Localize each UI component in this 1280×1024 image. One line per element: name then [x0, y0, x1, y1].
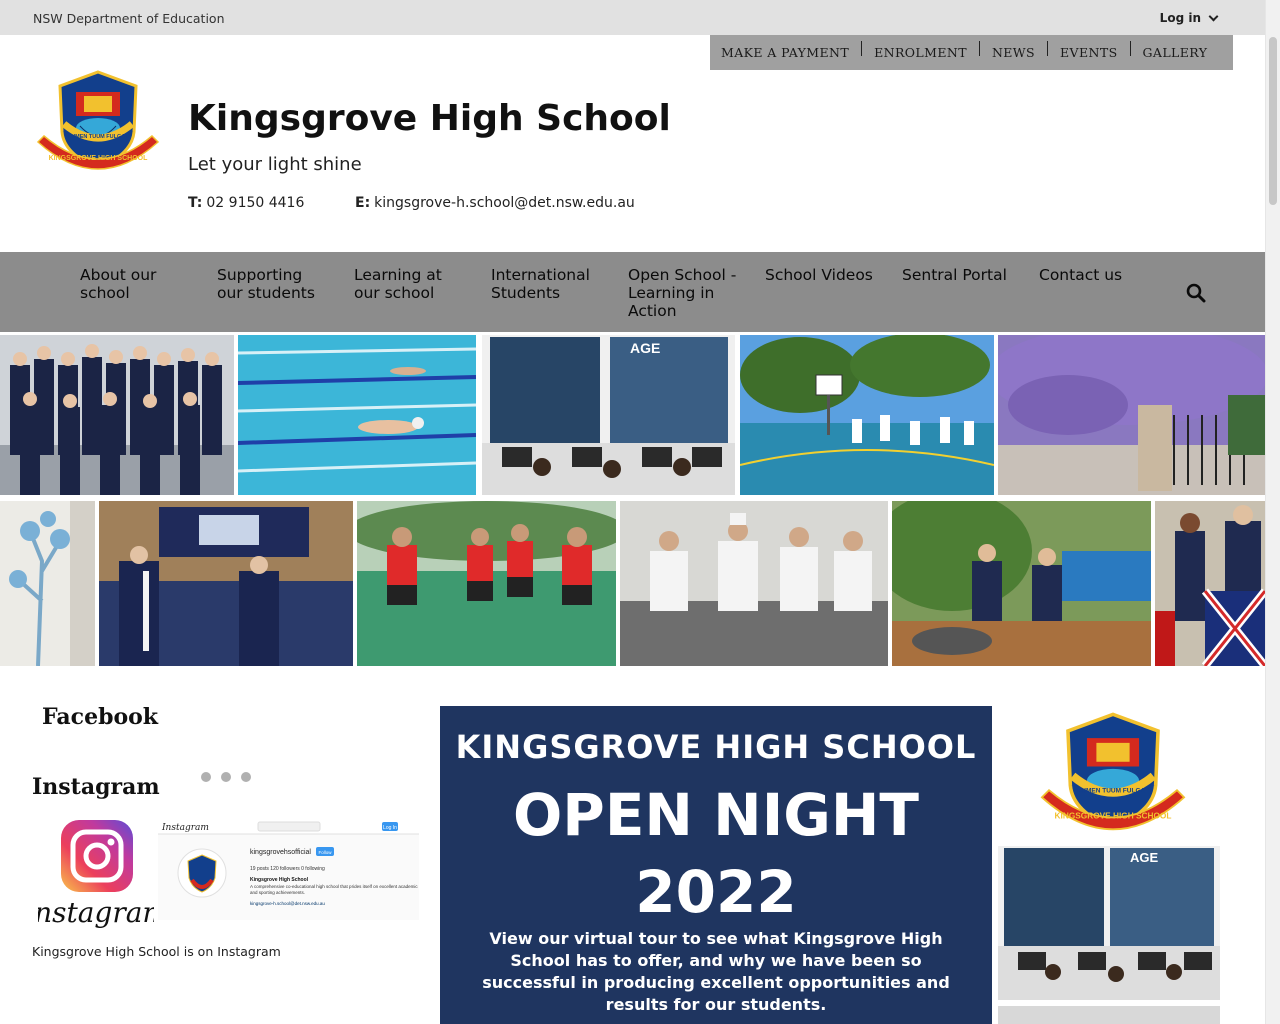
- hospitality-kitchen-photo[interactable]: [620, 501, 888, 666]
- nav-item-line: our school: [354, 284, 435, 302]
- nav-item-line: About our: [80, 266, 157, 284]
- quick-links-bar: MAKE A PAYMENT ENROLMENT NEWS EVENTS GAL…: [710, 35, 1233, 70]
- nav-item-line: International: [491, 266, 590, 284]
- poster-year: 2022: [635, 858, 797, 926]
- instagram-caption: Kingsgrove High School is on Instagram: [32, 944, 281, 959]
- nav-item-international-students[interactable]: International Students: [491, 266, 590, 302]
- crest-name: KINGSGROVE HIGH SCHOOL: [1055, 811, 1172, 821]
- netball-photo[interactable]: [357, 501, 616, 666]
- department-name: NSW Department of Education: [33, 11, 225, 26]
- crest-motto: LUMEN TUUM FULGAT: [68, 134, 129, 140]
- events-link[interactable]: EVENTS: [1060, 45, 1118, 60]
- phone-link[interactable]: 02 9150 4416: [206, 195, 304, 211]
- global-header: NSW Department of Education Log in: [0, 0, 1265, 35]
- side-photo-partial[interactable]: [998, 1006, 1220, 1024]
- quick-links-divider: [1129, 41, 1131, 56]
- phone-contact: T: 02 9150 4416: [188, 195, 304, 211]
- nav-item-supporting-our-students[interactable]: Supporting our students: [217, 266, 315, 302]
- crest-motto: LUMEN TUUM FULGAT: [1077, 788, 1148, 795]
- preview-login: Log In: [383, 825, 397, 831]
- email-contact: E: kingsgrove-h.school@det.nsw.edu.au: [355, 195, 635, 211]
- school-crest-image[interactable]: LUMEN TUUM FULGAT KINGSGROVE HIGH SCHOOL: [1034, 712, 1192, 840]
- computer-lab-photo[interactable]: AGE: [482, 335, 735, 495]
- enrolment-link[interactable]: ENROLMENT: [874, 45, 967, 60]
- swimming-pool-photo[interactable]: [238, 335, 476, 495]
- login-button[interactable]: Log in: [1159, 11, 1219, 25]
- chevron-down-icon: [1208, 11, 1219, 21]
- preview-profile-name: Kingsgrove High School: [250, 877, 309, 883]
- nav-item-line: Sentral Portal: [902, 266, 1007, 284]
- poster-description: View our virtual tour to see what Kingsg…: [482, 929, 950, 1014]
- scrollbar-thumb[interactable]: [1269, 37, 1277, 205]
- email-link[interactable]: kingsgrove-h.school@det.nsw.edu.au: [374, 195, 635, 211]
- nav-item-line: our students: [217, 284, 315, 302]
- phone-label: T:: [188, 195, 203, 211]
- nav-item-school-videos[interactable]: School Videos: [765, 266, 873, 284]
- preview-stats: 19 posts 120 followers 0 following: [250, 866, 325, 872]
- photo-gallery: AGE: [0, 335, 1265, 666]
- preview-brand: Instagram: [161, 823, 209, 833]
- nav-item-line: Supporting: [217, 266, 303, 284]
- jacaranda-gate-photo[interactable]: [998, 335, 1265, 495]
- news-link[interactable]: NEWS: [992, 45, 1035, 60]
- nav-item-open-school[interactable]: Open School - Learning in Action: [628, 266, 736, 320]
- svg-text:AGE: AGE: [630, 340, 660, 356]
- instagram-logo[interactable]: Instagram: [38, 818, 154, 932]
- search-icon[interactable]: [1186, 283, 1206, 303]
- nav-item-contact-us[interactable]: Contact us: [1039, 266, 1122, 284]
- gallery-link[interactable]: GALLERY: [1143, 45, 1208, 60]
- open-night-poster[interactable]: KINGSGROVE HIGH SCHOOL OPEN NIGHT 2022 V…: [440, 706, 992, 1024]
- nav-item-learning-at-our-school[interactable]: Learning at our school: [354, 266, 442, 302]
- loading-dots-icon: [201, 767, 261, 786]
- nav-item-line: Learning in: [628, 284, 715, 302]
- flag-students-photo[interactable]: [1155, 501, 1265, 666]
- instagram-profile-preview[interactable]: Instagram Log In kingsgrovehsofficial Fo…: [158, 818, 419, 920]
- poster-title: OPEN NIGHT: [513, 781, 919, 849]
- crest-name: KINGSGROVE HIGH SCHOOL: [49, 155, 149, 162]
- preview-follow: Follow: [318, 850, 332, 855]
- poster-school-name: KINGSGROVE HIGH SCHOOL: [455, 728, 977, 766]
- quick-links-divider: [978, 41, 980, 56]
- quick-links-divider: [861, 41, 863, 56]
- login-label: Log in: [1159, 11, 1201, 25]
- preview-username: kingsgrovehsofficial: [250, 849, 311, 856]
- students-group-photo[interactable]: [0, 335, 234, 495]
- nav-item-line: school: [80, 284, 130, 302]
- graduation-hall-photo[interactable]: [99, 501, 353, 666]
- nav-item-about-our-school[interactable]: About our school: [80, 266, 156, 302]
- mural-photo[interactable]: [0, 501, 95, 666]
- school-title[interactable]: Kingsgrove High School: [188, 98, 671, 139]
- nav-item-line: Open School -: [628, 266, 737, 284]
- nav-item-line: Learning at: [354, 266, 442, 284]
- svg-text:AGE: AGE: [1130, 850, 1159, 865]
- nav-item-sentral-portal[interactable]: Sentral Portal: [902, 266, 1007, 284]
- page-scrollbar[interactable]: [1265, 0, 1280, 1024]
- instagram-heading: Instagram: [32, 774, 160, 800]
- school-crest-logo[interactable]: LUMEN TUUM FULGAT KINGSGROVE HIGH SCHOOL: [32, 70, 164, 178]
- instagram-logo-text: Instagram: [38, 896, 154, 929]
- nav-item-line: Action: [628, 302, 677, 320]
- email-label: E:: [355, 195, 371, 211]
- school-tagline: Let your light shine: [188, 154, 362, 175]
- basketball-court-photo[interactable]: [740, 335, 994, 495]
- garden-photo[interactable]: [892, 501, 1151, 666]
- make-a-payment-link[interactable]: MAKE A PAYMENT: [721, 45, 849, 60]
- preview-link: kingsgrove-h.school@det.nsw.edu.au: [250, 901, 325, 906]
- nav-item-line: Contact us: [1039, 266, 1123, 284]
- main-navigation: About our school Supporting our students…: [0, 252, 1265, 332]
- quick-links-divider: [1047, 41, 1049, 56]
- nav-item-line: Students: [491, 284, 561, 302]
- nav-item-line: School Videos: [765, 266, 873, 284]
- preview-bio: A comprehensive co-educational high scho…: [250, 884, 418, 895]
- computer-lab-side-photo[interactable]: AGE: [998, 846, 1220, 1000]
- facebook-heading: Facebook: [42, 704, 159, 730]
